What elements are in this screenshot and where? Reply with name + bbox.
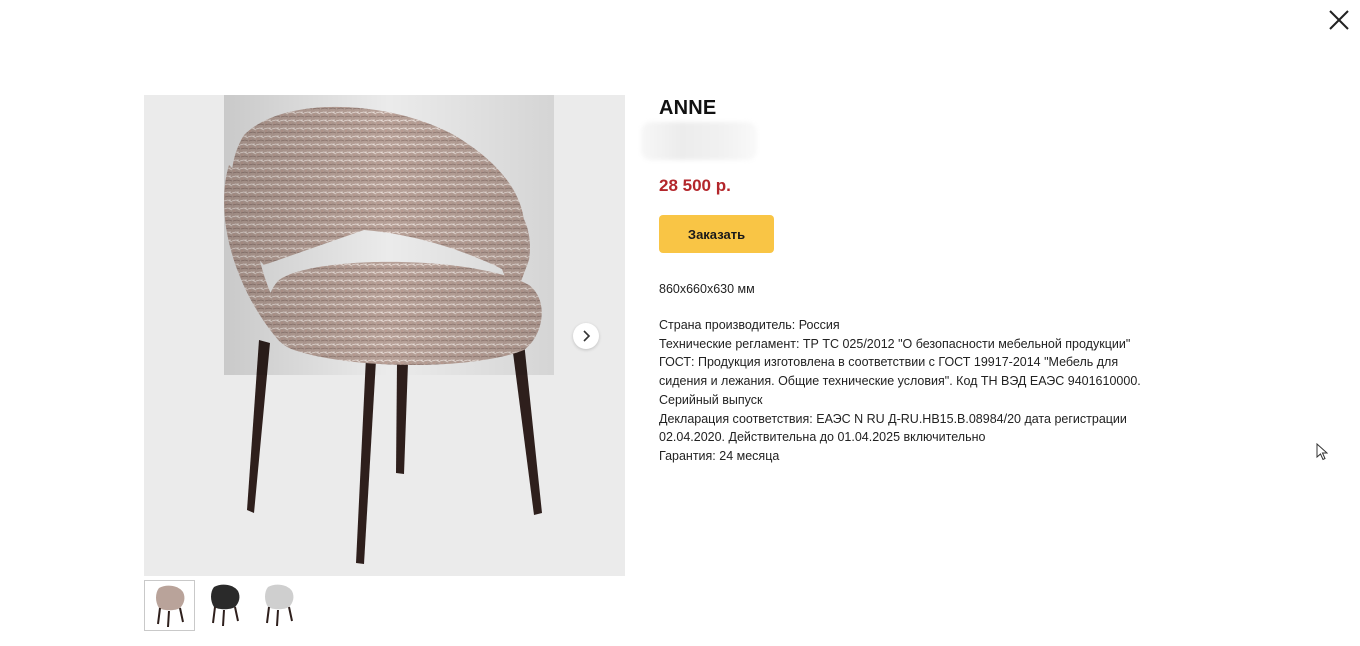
thumbnail-strip <box>144 580 303 631</box>
product-image <box>224 95 554 564</box>
spec-line: Декларация соответствия: ЕАЭС N RU Д-RU.… <box>659 411 1127 445</box>
chevron-right-icon <box>583 330 591 342</box>
product-dimensions: 860х660х630 мм <box>659 282 755 296</box>
spec-line: Технические регламент: ТР ТС 025/2012 "О… <box>659 336 1131 351</box>
chair-thumbnail-image <box>210 584 239 626</box>
product-info: ANNE 28 500 р. Заказать 860х660х630 мм С… <box>641 96 1149 463</box>
thumbnail-beige[interactable] <box>144 580 195 631</box>
order-button[interactable]: Заказать <box>659 215 774 253</box>
gallery-next-button[interactable] <box>573 323 599 349</box>
mouse-pointer-icon <box>1316 443 1328 461</box>
blurred-subtitle <box>641 122 757 160</box>
close-button[interactable] <box>1326 7 1352 33</box>
product-price: 28 500 р. <box>659 176 731 195</box>
chair-thumbnail-image <box>155 585 184 627</box>
thumbnail-black[interactable] <box>200 580 249 629</box>
chair-thumbnail-image <box>264 584 293 626</box>
close-icon <box>1329 10 1349 30</box>
spec-line: Страна производитель: Россия <box>659 318 840 332</box>
thumbnail-grey[interactable] <box>254 580 303 629</box>
spec-line: Гарантия: 24 месяца <box>659 448 780 463</box>
spec-line: ГОСТ: Продукция изготовлена в соответств… <box>659 355 1141 407</box>
product-specs: Страна производитель: Россия Технические… <box>659 316 1149 466</box>
product-image-gallery <box>144 95 625 576</box>
product-title: ANNE <box>659 97 717 119</box>
